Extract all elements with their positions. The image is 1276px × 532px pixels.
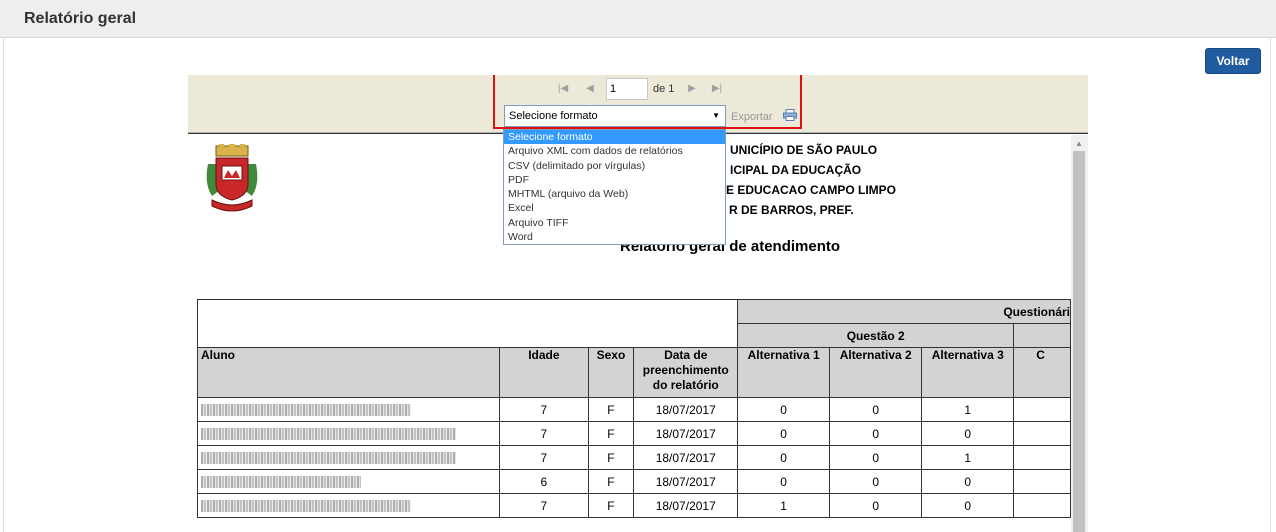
column-header-data: Data de preenchimento do relatório: [633, 347, 739, 398]
cell-alt3: 1: [921, 445, 1015, 470]
format-dropdown-list: Selecione formato Arquivo XML com dados …: [503, 129, 726, 245]
report-scrollbar[interactable]: ▲: [1071, 135, 1088, 532]
student-name-redacted: [197, 469, 501, 494]
cell-next: [1013, 469, 1071, 494]
next-page-icon[interactable]: ▶: [685, 83, 699, 94]
cell-data: 18/07/2017: [633, 421, 739, 446]
report-header-line: ICIPAL DA EDUCAÇÃO: [730, 163, 862, 177]
student-name-redacted: [197, 421, 501, 446]
cell-idade: 7: [499, 493, 589, 518]
scroll-up-icon[interactable]: ▲: [1075, 139, 1083, 148]
cell-sexo: F: [587, 445, 635, 470]
cell-sexo: F: [587, 397, 635, 422]
scroll-thumb[interactable]: [1073, 151, 1085, 532]
cell-alt1: 0: [737, 445, 831, 470]
table-row: 7 F 18/07/2017 1 0 0: [197, 493, 1071, 518]
cell-alt1: 0: [737, 469, 831, 494]
page-header: Relatório geral: [0, 0, 1276, 38]
student-name-redacted: [197, 493, 501, 518]
cell-alt2: 0: [829, 445, 923, 470]
column-header-next: C: [1013, 347, 1071, 398]
format-option[interactable]: CSV (delimitado por vírgulas): [504, 159, 725, 173]
question-header: Questão 2: [737, 323, 1015, 348]
cell-next: [1013, 421, 1071, 446]
questionnaire-header: Questionári: [737, 299, 1071, 324]
cell-next: [1013, 493, 1071, 518]
question-header-next: [1013, 323, 1071, 348]
table-row: 7 F 18/07/2017 0 0 1: [197, 397, 1071, 422]
format-option[interactable]: Excel: [504, 201, 725, 215]
report-header-line: R DE BARROS, PREF.: [729, 203, 854, 217]
printer-icon[interactable]: [783, 109, 797, 121]
student-name-redacted: [197, 445, 501, 470]
report-table: Questionári Questão 2 Aluno Idade Sexo D…: [197, 299, 1071, 518]
cell-idade: 6: [499, 469, 589, 494]
report-toolbar: |◀ ◀ 1 de 1 ▶ ▶| Selecione formato ▼ Exp…: [188, 75, 1088, 133]
cell-data: 18/07/2017: [633, 493, 739, 518]
cell-alt1: 0: [737, 421, 831, 446]
cell-alt1: 0: [737, 397, 831, 422]
format-select[interactable]: Selecione formato ▼: [504, 105, 726, 127]
cell-alt3: 0: [921, 421, 1015, 446]
format-option[interactable]: Word: [504, 230, 725, 244]
cell-alt1: 1: [737, 493, 831, 518]
column-header-alt1: Alternativa 1: [737, 347, 831, 398]
column-header-aluno: Aluno: [197, 347, 501, 398]
cell-alt2: 0: [829, 421, 923, 446]
previous-page-icon[interactable]: ◀: [583, 83, 597, 94]
format-option[interactable]: PDF: [504, 173, 725, 187]
city-crest-logo: [206, 144, 258, 212]
column-header-sexo: Sexo: [587, 347, 635, 398]
export-link[interactable]: Exportar: [731, 111, 773, 123]
cell-alt3: 0: [921, 469, 1015, 494]
cell-alt2: 0: [829, 397, 923, 422]
last-page-icon[interactable]: ▶|: [710, 83, 724, 94]
format-option[interactable]: MHTML (arquivo da Web): [504, 187, 725, 201]
cell-alt2: 0: [829, 493, 923, 518]
back-button[interactable]: Voltar: [1205, 48, 1261, 74]
report-table-container: Questionári Questão 2 Aluno Idade Sexo D…: [197, 299, 1071, 532]
cell-idade: 7: [499, 421, 589, 446]
table-row: 7 F 18/07/2017 0 0 0: [197, 421, 1071, 446]
format-option[interactable]: Arquivo XML com dados de relatórios: [504, 144, 725, 158]
format-select-value: Selecione formato: [509, 110, 598, 122]
cell-sexo: F: [587, 421, 635, 446]
cell-sexo: F: [587, 469, 635, 494]
chevron-down-icon: ▼: [712, 111, 720, 120]
cell-alt3: 1: [921, 397, 1015, 422]
cell-data: 18/07/2017: [633, 469, 739, 494]
cell-idade: 7: [499, 397, 589, 422]
page-number-input[interactable]: 1: [606, 78, 648, 100]
column-header-alt2: Alternativa 2: [829, 347, 923, 398]
report-header-line: UNICÍPIO DE SÃO PAULO: [730, 143, 878, 157]
cell-data: 18/07/2017: [633, 397, 739, 422]
table-row: 6 F 18/07/2017 0 0 0: [197, 469, 1071, 494]
cell-idade: 7: [499, 445, 589, 470]
column-header-alt3: Alternativa 3: [921, 347, 1015, 398]
table-blank-header: [197, 299, 739, 348]
format-option[interactable]: Arquivo TIFF: [504, 216, 725, 230]
student-name-redacted: [197, 397, 501, 422]
format-option[interactable]: Selecione formato: [504, 130, 725, 145]
page-title: Relatório geral: [24, 10, 137, 27]
cell-alt3: 0: [921, 493, 1015, 518]
table-row: 7 F 18/07/2017 0 0 1: [197, 445, 1071, 470]
page-count-label: de 1: [653, 83, 675, 95]
first-page-icon[interactable]: |◀: [556, 83, 570, 94]
column-header-idade: Idade: [499, 347, 589, 398]
cell-data: 18/07/2017: [633, 445, 739, 470]
cell-next: [1013, 397, 1071, 422]
cell-next: [1013, 445, 1071, 470]
report-header-line: E EDUCACAO CAMPO LIMPO: [726, 183, 897, 197]
cell-alt2: 0: [829, 469, 923, 494]
cell-sexo: F: [587, 493, 635, 518]
